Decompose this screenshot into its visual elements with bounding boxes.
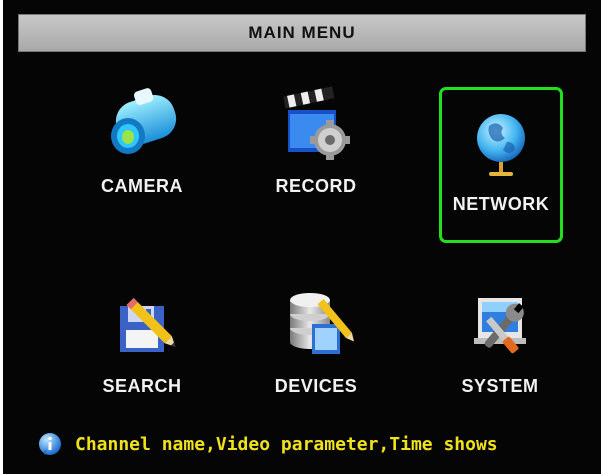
camera-icon — [111, 88, 177, 154]
menu-item-system[interactable]: SYSTEM — [435, 278, 565, 423]
menu-item-network[interactable]: NETWORK — [439, 87, 563, 243]
system-icon — [474, 298, 526, 354]
search-icon — [120, 297, 176, 352]
menu-label-network: NETWORK — [452, 194, 550, 214]
menu-title: MAIN MENU — [248, 23, 356, 42]
title-bar: MAIN MENU — [18, 14, 586, 52]
menu-item-camera[interactable]: CAMERA — [77, 78, 207, 223]
menu-label-search: SEARCH — [102, 376, 182, 396]
main-menu-screen: MAIN MENU CAMERA RECORD NETWORK SEARCH D… — [3, 0, 601, 474]
menu-label-record: RECORD — [275, 176, 357, 196]
status-bar: Channel name,Video parameter,Time shows — [37, 428, 597, 460]
status-text: Channel name,Video parameter,Time shows — [75, 433, 498, 455]
menu-item-search[interactable]: SEARCH — [77, 278, 207, 423]
menu-label-devices: DEVICES — [274, 376, 358, 396]
devices-icon — [290, 293, 354, 354]
menu-label-camera: CAMERA — [101, 176, 183, 196]
record-icon — [283, 86, 350, 160]
menu-label-system: SYSTEM — [461, 376, 539, 396]
menu-item-record[interactable]: RECORD — [251, 78, 381, 223]
info-icon — [39, 433, 61, 455]
menu-item-devices[interactable]: DEVICES — [251, 278, 381, 423]
network-icon — [477, 114, 525, 176]
